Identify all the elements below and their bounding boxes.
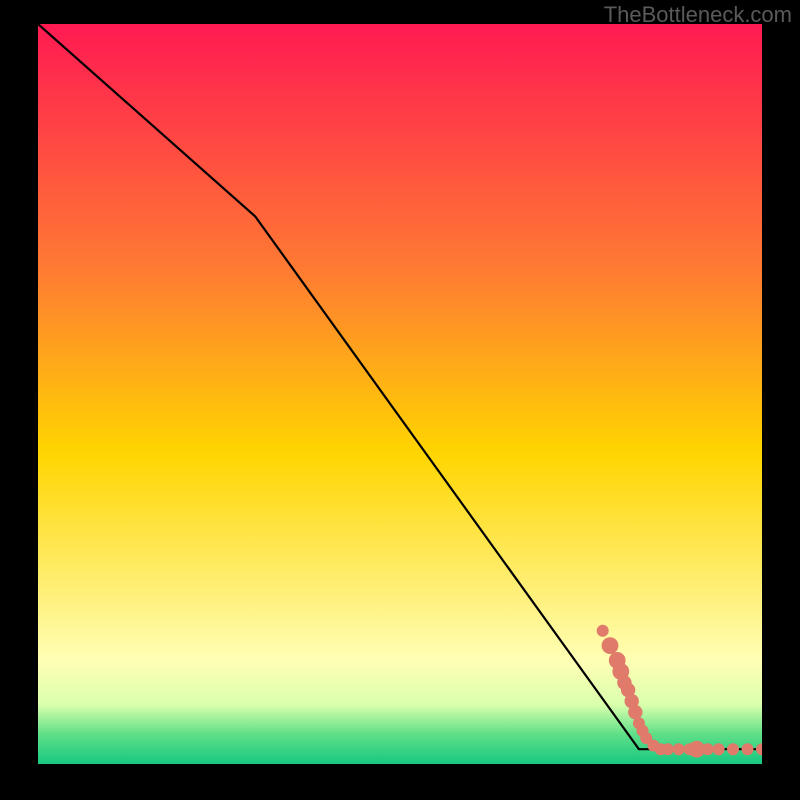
scatter-point [727,743,739,755]
scatter-point [713,743,725,755]
scatter-markers [38,24,762,764]
plot-area [38,24,762,764]
scatter-point [602,637,619,654]
scatter-point [597,625,609,637]
attribution-label: TheBottleneck.com [604,2,792,28]
chart-container: TheBottleneck.com [0,0,800,800]
scatter-point [756,743,762,755]
scatter-point [662,743,674,755]
scatter-point [702,743,714,755]
scatter-point [742,743,754,755]
scatter-point [673,743,685,755]
scatter-point [628,705,642,719]
